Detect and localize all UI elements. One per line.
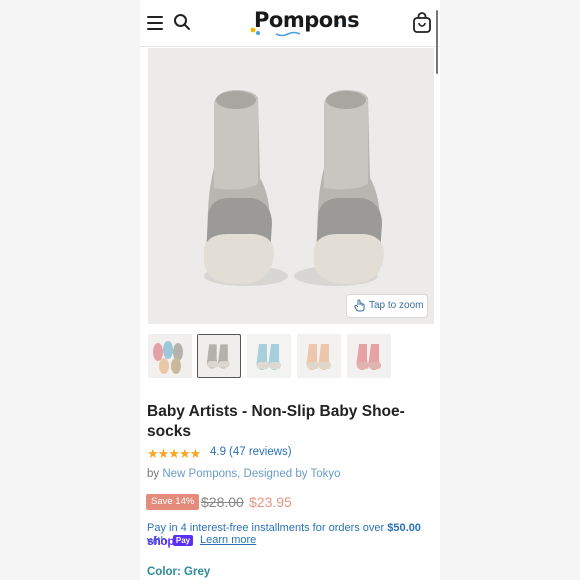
learn-more-link[interactable]: Learn more	[200, 534, 256, 546]
vendor-prefix: by	[147, 468, 160, 480]
thumbnail-2-selected[interactable]	[197, 334, 241, 378]
vendor-link[interactable]: New Pompons, Designed by Tokyo	[162, 468, 340, 480]
thumbnail-5[interactable]	[347, 334, 391, 378]
save-badge: Save 14%	[146, 494, 200, 510]
installments-copy: Pay in 4 interest-free installments for …	[147, 522, 385, 534]
shop-pay-badge: Pay	[173, 535, 193, 546]
sale-price: $23.95	[249, 494, 292, 510]
site-logo[interactable]: Pompons	[248, 8, 360, 38]
thumbnail-pink-image	[347, 334, 391, 378]
product-title: Baby Artists - Non-Slip Baby Shoe-socks	[147, 403, 405, 440]
thumbnail-strip	[148, 334, 438, 380]
cart-icon[interactable]	[412, 12, 432, 34]
installments-amount: $50.00	[387, 522, 421, 534]
thumbnail-peach-image	[297, 334, 341, 378]
background-right	[440, 0, 580, 580]
menu-icon[interactable]	[147, 16, 163, 30]
thumbnail-4[interactable]	[297, 334, 341, 378]
product-main-image[interactable]: Tap to zoom	[148, 48, 434, 324]
thumbnail-3[interactable]	[247, 334, 291, 378]
scrollbar[interactable]	[436, 10, 438, 74]
shop-pay-logo: shop	[147, 534, 175, 548]
phone-screen: Pompons Tap to zoom Baby Artists - Non-S…	[140, 0, 440, 580]
rating-value: 4.9	[210, 446, 226, 458]
search-icon[interactable]	[173, 13, 191, 31]
hand-tap-icon	[354, 299, 365, 312]
thumbnail-blue-image	[247, 334, 291, 378]
logo-text: Pompons	[254, 8, 360, 32]
original-price: $28.00	[201, 494, 244, 510]
vendor-line: by New Pompons, Designed by Tokyo	[147, 468, 341, 480]
background-left	[0, 0, 140, 580]
site-header: Pompons	[140, 0, 440, 74]
thumbnail-1[interactable]	[148, 334, 192, 378]
color-label: Color: Grey	[147, 566, 211, 578]
tap-to-zoom-label: Tap to zoom	[369, 300, 424, 311]
thumbnail-multicolor-image	[148, 334, 192, 378]
reviews-link[interactable]: (47 reviews)	[229, 446, 292, 458]
star-rating-icon: ★★★★★	[147, 446, 201, 461]
tap-to-zoom-button[interactable]: Tap to zoom	[346, 294, 428, 318]
shoe-socks-image	[148, 48, 434, 324]
thumbnail-grey-image	[198, 335, 239, 376]
